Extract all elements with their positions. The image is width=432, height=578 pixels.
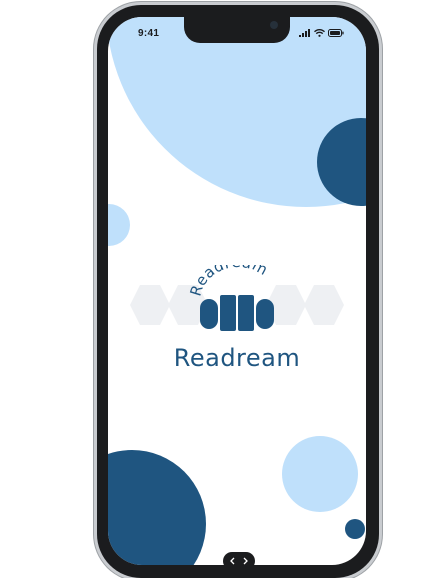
hexagon-pattern	[130, 285, 344, 325]
app-name: Readream	[173, 344, 301, 372]
splash-screen: 9:41 Read m Readream	[108, 17, 366, 565]
signal-icon	[299, 29, 310, 37]
side-button	[379, 175, 383, 245]
home-indicator[interactable]	[223, 552, 255, 570]
wifi-icon	[314, 29, 325, 37]
logo-arc-text: Readream	[186, 265, 271, 298]
logo: Readream	[128, 253, 346, 335]
bg-circle-tiny	[345, 519, 365, 539]
camera-icon	[270, 21, 278, 29]
notch	[184, 17, 290, 43]
book-logo-icon	[200, 295, 274, 331]
bg-circle-light-bottom	[282, 436, 358, 512]
bg-circle-small-left	[108, 204, 130, 246]
bg-circle-dark-bottom	[108, 450, 206, 565]
status-icons	[299, 29, 344, 37]
battery-icon	[328, 29, 344, 37]
status-time: 9:41	[138, 28, 160, 39]
home-indicator-icon	[230, 557, 248, 565]
